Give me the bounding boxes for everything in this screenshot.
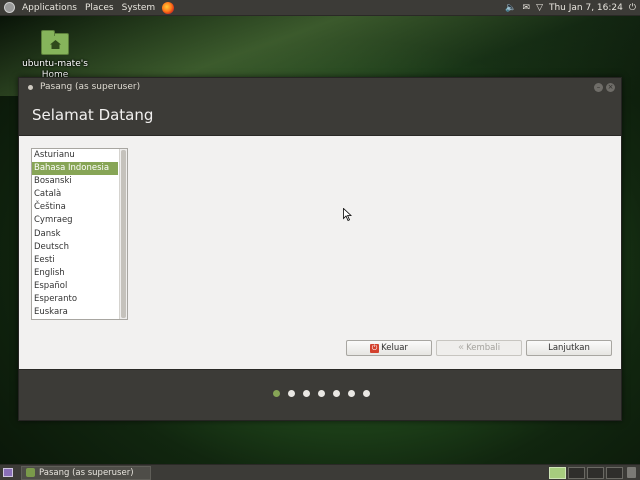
quit-button[interactable]: ⏻ Keluar <box>346 340 432 356</box>
step-indicator <box>273 390 370 397</box>
mate-logo-icon[interactable] <box>4 2 15 13</box>
taskbar-item[interactable]: Pasang (as superuser) <box>21 465 151 480</box>
language-item[interactable]: Čeština <box>32 201 118 214</box>
mail-icon[interactable]: ✉ <box>523 0 531 16</box>
language-item[interactable]: Català <box>32 188 118 201</box>
step-dot <box>348 390 355 397</box>
language-list[interactable]: Asturianu Bahasa Indonesia Bosanski Català Č… <box>31 148 128 320</box>
clock[interactable]: Thu Jan 7, 16:24 <box>549 3 623 13</box>
top-menu: Applications Places System <box>0 0 175 16</box>
home-folder-icon <box>41 30 69 55</box>
menu-system[interactable]: System <box>118 0 160 16</box>
house-icon <box>50 40 61 49</box>
installer-window: Pasang (as superuser) – × Selamat Datang… <box>18 77 622 421</box>
language-item[interactable]: Deutsch <box>32 241 118 254</box>
close-icon[interactable]: × <box>606 82 615 92</box>
language-items: Asturianu Bahasa Indonesia Bosanski Català Č… <box>32 149 127 319</box>
page-title: Selamat Datang <box>19 96 621 136</box>
chevron-left-icon: « <box>457 342 465 353</box>
top-panel: Applications Places System 🔈 ✉ ▽ Thu Jan… <box>0 0 640 16</box>
language-item[interactable]: Bosanski <box>32 175 118 188</box>
language-item[interactable]: Eesti <box>32 254 118 267</box>
trash-icon[interactable] <box>627 467 636 478</box>
window-menu-icon[interactable] <box>28 84 33 90</box>
scrollbar-thumb[interactable] <box>121 150 126 318</box>
volume-icon[interactable]: 🔈 <box>505 0 516 16</box>
next-button-label: Lanjutkan <box>548 343 590 353</box>
window-titlebar[interactable]: Pasang (as superuser) – × <box>19 78 621 96</box>
language-item[interactable]: Esperanto <box>32 293 118 306</box>
bottom-panel: Pasang (as superuser) <box>0 464 640 480</box>
step-dot <box>303 390 310 397</box>
language-item[interactable]: Cymraeg <box>32 214 118 227</box>
menu-applications[interactable]: Applications <box>18 0 81 16</box>
installer-footer <box>19 369 621 420</box>
show-desktop-button[interactable] <box>3 468 13 477</box>
step-dot <box>333 390 340 397</box>
mouse-cursor-icon <box>343 208 352 221</box>
power-icon[interactable]: ⏻ <box>629 0 636 16</box>
workspace-3[interactable] <box>587 466 604 479</box>
step-dot <box>318 390 325 397</box>
workspace-1[interactable] <box>549 466 566 479</box>
installer-icon <box>26 468 35 477</box>
quit-icon: ⏻ <box>370 343 380 353</box>
quit-button-label: Keluar <box>381 343 408 353</box>
language-item[interactable]: English <box>32 267 118 280</box>
language-item[interactable]: Dansk <box>32 228 118 241</box>
workspace-4[interactable] <box>606 466 623 479</box>
step-dot <box>363 390 370 397</box>
firefox-launcher-icon[interactable] <box>162 1 175 14</box>
language-item[interactable]: Bahasa Indonesia <box>32 162 118 176</box>
taskbar-item-label: Pasang (as superuser) <box>39 467 134 478</box>
window-controls: – × <box>594 82 621 92</box>
next-button[interactable]: Lanjutkan <box>526 340 612 356</box>
language-list-scrollbar[interactable] <box>119 149 127 319</box>
back-button[interactable]: « Kembali <box>436 340 522 356</box>
step-dot <box>288 390 295 397</box>
minimize-icon[interactable]: – <box>594 82 603 92</box>
workspace-switcher <box>549 466 623 479</box>
language-item[interactable]: Español <box>32 280 118 293</box>
installer-content: Asturianu Bahasa Indonesia Bosanski Català Č… <box>19 136 621 369</box>
language-item[interactable]: Asturianu <box>32 149 118 162</box>
network-icon[interactable]: ▽ <box>536 0 543 16</box>
menu-places[interactable]: Places <box>81 0 118 16</box>
back-button-label: Kembali <box>466 343 501 353</box>
language-item[interactable]: Euskara <box>32 306 118 319</box>
system-tray: 🔈 ✉ ▽ Thu Jan 7, 16:24 ⏻ <box>505 0 640 16</box>
window-title: Pasang (as superuser) <box>40 82 141 92</box>
workspace-2[interactable] <box>568 466 585 479</box>
desktop-home-icon[interactable]: ubuntu-mate's Home <box>22 30 88 81</box>
step-dot <box>273 390 280 397</box>
